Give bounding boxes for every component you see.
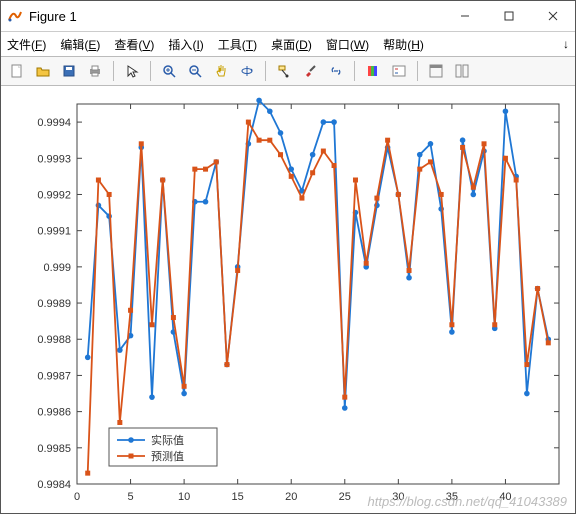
figure-window: Figure 1 文件(F) 编辑(E) 查看(V) 插入(I) 工具(T) 桌… (0, 0, 576, 514)
menu-window[interactable]: 窗口(W) (326, 36, 369, 53)
svg-text:0.9994: 0.9994 (37, 117, 71, 129)
print-button[interactable] (83, 59, 107, 83)
axes[interactable]: 0.9984 0.9985 0.9986 0.9987 0.9988 0.9989 0.99… (1, 86, 575, 514)
axes-container: 0.9984 0.9985 0.9986 0.9987 0.9988 0.9989 0.99… (1, 86, 575, 513)
menubar: 文件(F) 编辑(E) 查看(V) 插入(I) 工具(T) 桌面(D) 窗口(W… (1, 32, 575, 57)
svg-text:0.9988: 0.9988 (37, 334, 71, 346)
zoom-out-button[interactable] (183, 59, 207, 83)
rotate3d-button[interactable] (235, 59, 259, 83)
minimize-button[interactable] (443, 1, 487, 31)
new-file-button[interactable] (5, 59, 29, 83)
zoom-in-button[interactable] (157, 59, 181, 83)
svg-text:0.9984: 0.9984 (37, 479, 71, 491)
save-button[interactable] (57, 59, 81, 83)
svg-text:10: 10 (178, 491, 190, 503)
menu-file[interactable]: 文件(F) (7, 36, 46, 53)
dock-button[interactable] (424, 59, 448, 83)
menu-edit[interactable]: 编辑(E) (60, 36, 100, 53)
menu-insert[interactable]: 插入(I) (168, 36, 203, 53)
svg-text:0.9991: 0.9991 (37, 226, 71, 238)
titlebar: Figure 1 (1, 1, 575, 32)
svg-text:40: 40 (499, 491, 511, 503)
svg-text:实际值: 实际值 (151, 433, 184, 447)
pointer-button[interactable] (120, 59, 144, 83)
svg-text:30: 30 (392, 491, 404, 503)
maximize-button[interactable] (487, 1, 531, 31)
svg-text:35: 35 (446, 491, 458, 503)
svg-text:预测值: 预测值 (151, 450, 184, 463)
svg-text:5: 5 (127, 491, 133, 503)
menu-more-icon[interactable]: ↓ (563, 37, 569, 51)
toolbar (1, 57, 575, 86)
svg-text:0: 0 (74, 491, 80, 503)
svg-text:0.9987: 0.9987 (37, 370, 71, 382)
insert-colorbar-button[interactable] (361, 59, 385, 83)
svg-text:0.9993: 0.9993 (37, 153, 71, 165)
menu-tools[interactable]: 工具(T) (218, 36, 257, 53)
insert-legend-button[interactable] (387, 59, 411, 83)
menu-view[interactable]: 查看(V) (114, 36, 154, 53)
svg-text:0.9985: 0.9985 (37, 443, 71, 455)
tile-button[interactable] (450, 59, 474, 83)
svg-text:20: 20 (285, 491, 297, 503)
pan-button[interactable] (209, 59, 233, 83)
brush-button[interactable] (298, 59, 322, 83)
menu-help[interactable]: 帮助(H) (383, 36, 424, 53)
data-cursor-button[interactable] (272, 59, 296, 83)
svg-text:25: 25 (339, 491, 351, 503)
svg-text:0.999: 0.999 (43, 262, 71, 274)
window-title: Figure 1 (29, 9, 443, 24)
svg-text:0.9986: 0.9986 (37, 407, 71, 419)
svg-text:15: 15 (232, 491, 244, 503)
open-folder-button[interactable] (31, 59, 55, 83)
close-button[interactable] (531, 1, 575, 31)
svg-text:0.9989: 0.9989 (37, 298, 71, 310)
matlab-figure-icon (7, 8, 23, 24)
menu-desktop[interactable]: 桌面(D) (271, 36, 312, 53)
link-plot-button[interactable] (324, 59, 348, 83)
svg-text:0.9992: 0.9992 (37, 189, 71, 201)
